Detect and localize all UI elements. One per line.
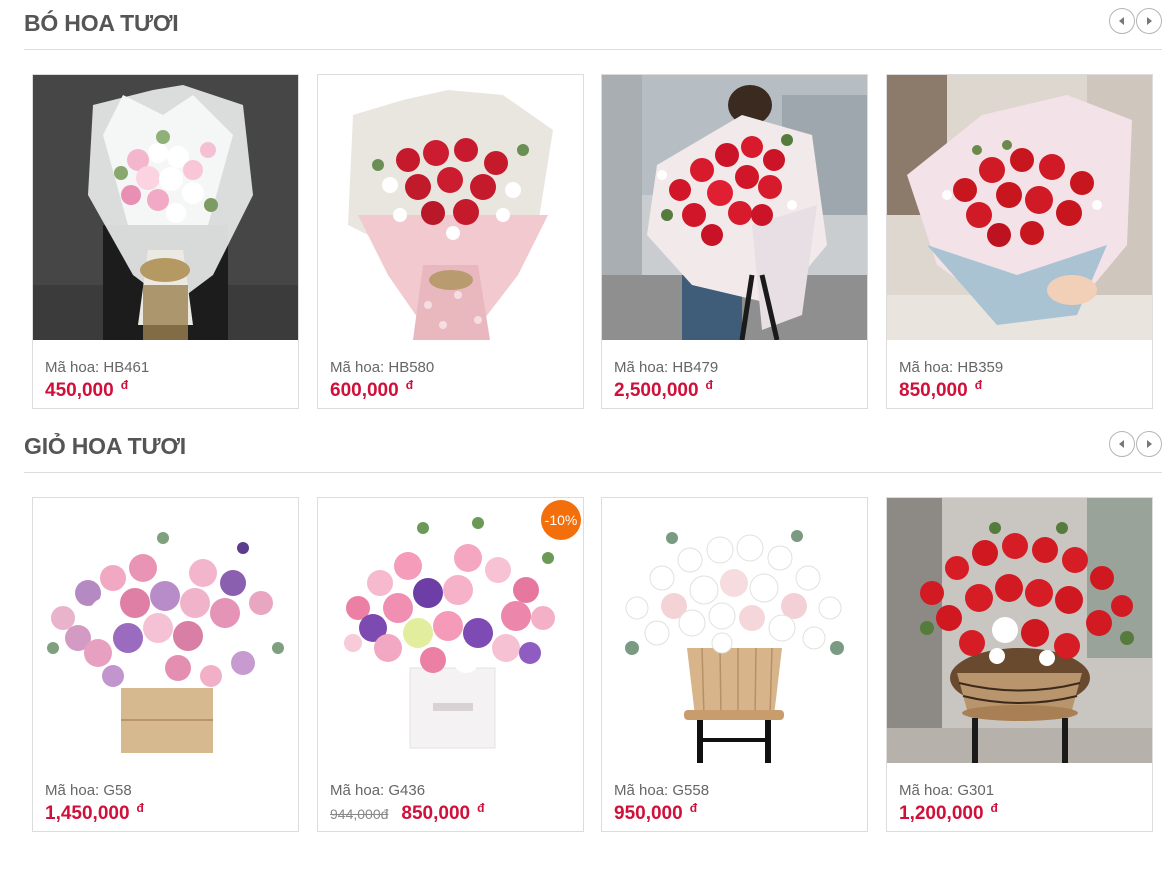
next-button[interactable]	[1136, 431, 1162, 457]
price-row: 850,000 đ	[899, 378, 983, 402]
product-card[interactable]: Mã hoa: G58 1,450,000 đ	[32, 497, 299, 832]
product-code[interactable]: Mã hoa: G558	[614, 782, 709, 799]
product-code[interactable]: Mã hoa: HB461	[45, 359, 149, 376]
currency-symbol: đ	[990, 801, 998, 815]
product-price: 1,200,000	[899, 803, 984, 824]
product-price: 1,450,000	[45, 803, 130, 824]
product-image[interactable]	[602, 498, 867, 763]
chevron-right-icon	[1147, 17, 1152, 25]
carousel-nav	[1109, 431, 1162, 457]
currency-symbol: đ	[120, 378, 129, 392]
product-image[interactable]: -10%	[318, 498, 583, 763]
product-price: 850,000	[401, 803, 471, 824]
price-row: 2,500,000 đ	[614, 378, 713, 402]
product-image[interactable]	[33, 75, 298, 340]
discount-badge: -10%	[541, 500, 581, 540]
product-price: 850,000	[899, 380, 968, 401]
price-row: 600,000 đ	[330, 378, 414, 402]
prev-button[interactable]	[1109, 8, 1135, 34]
product-grid: Mã hoa: G58 1,450,000 đ -10% Mã hoa: G43…	[32, 497, 1153, 832]
product-card[interactable]: Mã hoa: G558 950,000 đ	[601, 497, 868, 832]
section-gio-hoa-tuoi: GIỎ HOA TƯƠI Mã hoa: G58 1,450,000 đ -10…	[0, 423, 1175, 843]
carousel-nav	[1109, 8, 1162, 34]
section-header: BÓ HOA TƯƠI	[24, 0, 1162, 50]
product-price: 2,500,000	[614, 380, 699, 401]
product-grid: Mã hoa: HB461 450,000 đ Mã hoa: HB580 60…	[32, 74, 1153, 409]
product-card[interactable]: Mã hoa: HB359 850,000 đ	[886, 74, 1153, 409]
currency-symbol: đ	[405, 378, 414, 392]
product-price: 950,000	[614, 803, 683, 824]
product-image[interactable]	[887, 498, 1152, 763]
price-row: 944,000đ 850,000 đ	[330, 801, 485, 825]
chevron-left-icon	[1119, 17, 1124, 25]
chevron-left-icon	[1119, 440, 1124, 448]
product-price: 600,000	[330, 380, 399, 401]
product-code[interactable]: Mã hoa: G301	[899, 782, 994, 799]
section-title[interactable]: GIỎ HOA TƯƠI	[24, 433, 186, 460]
product-image[interactable]	[887, 75, 1152, 340]
next-button[interactable]	[1136, 8, 1162, 34]
currency-symbol: đ	[974, 378, 983, 392]
original-price: 944,000đ	[330, 806, 389, 822]
product-code[interactable]: Mã hoa: HB479	[614, 359, 718, 376]
currency-symbol: đ	[477, 801, 485, 815]
price-row: 450,000 đ	[45, 378, 129, 402]
chevron-right-icon	[1147, 440, 1152, 448]
price-row: 1,200,000 đ	[899, 801, 998, 825]
product-code[interactable]: Mã hoa: HB359	[899, 359, 1003, 376]
section-bo-hoa-tuoi: BÓ HOA TƯƠI Mã hoa: HB461 450,000 đ Mã h…	[0, 0, 1175, 420]
price-row: 950,000 đ	[614, 801, 698, 825]
product-image[interactable]	[33, 498, 298, 763]
product-price: 450,000	[45, 380, 114, 401]
product-code[interactable]: Mã hoa: G436	[330, 782, 425, 799]
section-title[interactable]: BÓ HOA TƯƠI	[24, 10, 179, 37]
currency-symbol: đ	[136, 801, 144, 815]
product-image[interactable]	[318, 75, 583, 340]
product-card[interactable]: Mã hoa: HB461 450,000 đ	[32, 74, 299, 409]
currency-symbol: đ	[705, 378, 713, 392]
product-image[interactable]	[602, 75, 867, 340]
product-card[interactable]: Mã hoa: G301 1,200,000 đ	[886, 497, 1153, 832]
product-code[interactable]: Mã hoa: HB580	[330, 359, 434, 376]
product-card[interactable]: Mã hoa: HB479 2,500,000 đ	[601, 74, 868, 409]
product-card[interactable]: Mã hoa: HB580 600,000 đ	[317, 74, 584, 409]
section-header: GIỎ HOA TƯƠI	[24, 423, 1162, 473]
currency-symbol: đ	[689, 801, 698, 815]
prev-button[interactable]	[1109, 431, 1135, 457]
price-row: 1,450,000 đ	[45, 801, 144, 825]
product-card[interactable]: -10% Mã hoa: G436 944,000đ 850,000 đ	[317, 497, 584, 832]
product-code[interactable]: Mã hoa: G58	[45, 782, 132, 799]
